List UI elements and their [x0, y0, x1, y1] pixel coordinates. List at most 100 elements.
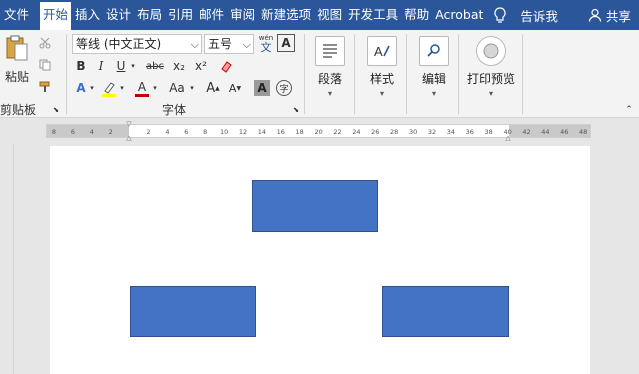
tab-design[interactable]: 设计 [103, 0, 134, 30]
tab-layout[interactable]: 布局 [134, 0, 165, 30]
subscript-button[interactable]: x₂ [170, 58, 188, 74]
group-separator [66, 34, 67, 114]
chevron-down-icon[interactable]: ▾ [151, 80, 159, 96]
editing-label: 编辑 [421, 72, 446, 86]
collapse-ribbon-icon[interactable]: ⌃ [624, 105, 634, 115]
right-indent-marker[interactable]: △ [504, 134, 512, 142]
enclose-characters-button[interactable]: 字 [276, 80, 292, 96]
chevron-down-icon[interactable]: ▾ [88, 80, 96, 96]
ruler-tick-label: 8 [51, 128, 57, 136]
ruler-tick-label: 48 [579, 128, 588, 136]
tab-acrobat[interactable]: Acrobat [432, 0, 486, 30]
styles-button[interactable]: A 样式 ▾ [356, 32, 408, 98]
paragraph-button[interactable]: 段落 ▾ [304, 32, 356, 98]
rectangle-shape-top[interactable] [252, 180, 378, 232]
font-size-select[interactable]: 五号 ⌵ [204, 34, 254, 54]
ruler-tick-label: 16 [276, 128, 285, 136]
horizontal-ruler[interactable]: 8 6 4 2 2 4 6 8 10 12 14 16 18 20 22 24 26 28 30 32 34 36 38 40… [0, 119, 639, 143]
tab-review[interactable]: 审阅 [227, 0, 258, 30]
ruler-tick-label: 30 [408, 128, 418, 136]
tab-file[interactable]: 文件 [0, 0, 37, 30]
paste-icon [6, 35, 28, 61]
clear-formatting-icon[interactable] [218, 58, 234, 74]
font-size-value: 五号 [208, 37, 233, 51]
tab-new-options[interactable]: 新建选项 [258, 0, 314, 30]
chevron-down-icon: ▾ [431, 89, 436, 98]
format-painter-icon[interactable] [38, 80, 52, 94]
ruler-tick-label: 24 [352, 128, 361, 136]
font-family-select[interactable]: 等线 (中文正文) ⌵ [72, 34, 202, 54]
tab-references[interactable]: 引用 [165, 0, 196, 30]
tell-me-box[interactable]: 告诉我 [494, 6, 558, 25]
character-border-button[interactable]: A [277, 34, 295, 52]
dialog-launcher-icon[interactable]: ⬊ [52, 106, 60, 114]
group-separator [406, 34, 407, 114]
ruler-tick-label: 12 [238, 128, 248, 136]
paragraph-label: 段落 [317, 72, 342, 86]
phonetic-char: 文 [260, 41, 272, 54]
tab-home[interactable]: 开始 [40, 2, 72, 30]
ruler-tick-label: 28 [390, 128, 399, 136]
cut-icon[interactable] [38, 36, 52, 50]
ruler-tick-label: 38 [484, 128, 493, 136]
bold-button[interactable]: B [74, 58, 88, 74]
grow-font-letter: A [206, 80, 216, 96]
phonetic-guide-button[interactable]: wén 文 [258, 32, 274, 54]
highlight-icon[interactable] [100, 80, 118, 98]
ruler-tick-label: 42 [522, 128, 531, 136]
character-shading-button[interactable]: A [254, 80, 270, 96]
ruler-tick-label: 20 [314, 128, 323, 136]
ruler-tick-label: 22 [333, 128, 342, 136]
ribbon-tab-bar: 文件 开始 插入 设计 布局 引用 邮件 审阅 新建选项 视图 开发工具 帮助 … [0, 0, 639, 30]
ruler-tick-label: 4 [165, 128, 170, 136]
shrink-font-button[interactable]: A ▼ [228, 80, 242, 96]
dialog-launcher-icon[interactable]: ⬊ [292, 106, 300, 114]
hanging-indent-marker[interactable]: △ [125, 134, 133, 142]
rectangle-shape-bottom-left[interactable] [130, 286, 256, 337]
tab-mailings[interactable]: 邮件 [196, 0, 227, 30]
strikethrough-button[interactable]: abc [144, 58, 166, 74]
tab-insert[interactable]: 插入 [72, 0, 103, 30]
first-line-indent-marker[interactable]: ▽ [125, 120, 133, 128]
lightbulb-icon [494, 7, 506, 23]
tab-view[interactable]: 视图 [314, 0, 345, 30]
copy-icon[interactable] [38, 58, 52, 72]
underline-button[interactable]: U [114, 58, 128, 74]
ruler-left-margin [47, 125, 129, 137]
italic-button[interactable]: I [94, 58, 108, 74]
font-color-letter: A [137, 79, 147, 94]
clipboard-group: 粘贴 剪贴板 ⬊ [0, 30, 66, 118]
change-case-button[interactable]: Aa [166, 80, 188, 96]
chevron-down-icon[interactable]: ▾ [188, 80, 196, 96]
font-group: 等线 (中文正文) ⌵ 五号 ⌵ wén 文 A B I U ▾ abc x₂ x²… [68, 30, 304, 118]
chevron-down-icon: ▾ [379, 89, 384, 98]
ruler-tick-label: 36 [465, 128, 474, 136]
print-preview-label: 打印预览 [466, 72, 515, 86]
font-color-button[interactable]: A [134, 78, 150, 98]
print-preview-button[interactable]: 打印预览 ▾ [462, 32, 520, 98]
ruler-tick-label: 18 [295, 128, 304, 136]
editing-button[interactable]: 编辑 ▾ [408, 32, 460, 98]
group-separator [354, 34, 355, 114]
tab-developer[interactable]: 开发工具 [345, 0, 401, 30]
text-effects-button[interactable]: A [74, 80, 88, 96]
svg-text:A: A [374, 44, 383, 59]
ruler-tick-label: 2 [108, 128, 113, 136]
ruler-tick-label: 8 [203, 128, 208, 136]
chevron-down-icon[interactable]: ▾ [129, 58, 137, 74]
vertical-ruler[interactable] [0, 143, 14, 374]
chevron-down-icon: ⌵ [190, 38, 199, 51]
chevron-down-icon: ⌵ [242, 38, 251, 51]
tab-help[interactable]: 帮助 [401, 0, 432, 30]
chevron-down-icon[interactable]: ▾ [118, 80, 126, 96]
chevron-down-icon: ▾ [488, 89, 493, 98]
document-page[interactable] [50, 146, 590, 374]
share-button[interactable]: 共享 [588, 6, 631, 25]
grow-font-button[interactable]: A ▲ [206, 80, 220, 96]
ruler-tick-label: 46 [560, 128, 569, 136]
search-icon [419, 36, 449, 66]
superscript-button[interactable]: x² [192, 58, 210, 74]
paste-button[interactable]: 粘贴 [2, 34, 32, 94]
rectangle-shape-bottom-right[interactable] [382, 286, 509, 337]
shrink-font-letter: A [228, 81, 237, 95]
